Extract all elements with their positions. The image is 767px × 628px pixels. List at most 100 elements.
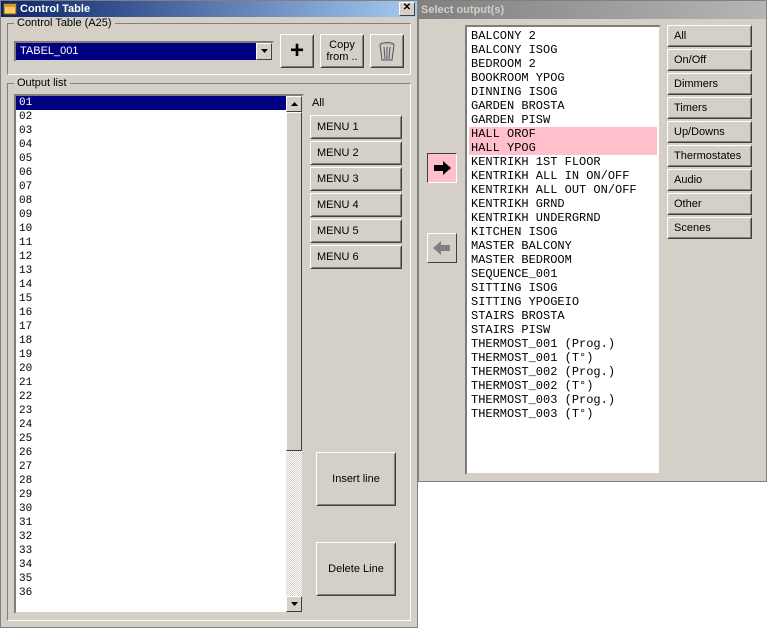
list-row[interactable]: 01	[16, 96, 286, 110]
scroll-thumb[interactable]	[286, 112, 302, 451]
list-row[interactable]: 09	[16, 208, 286, 222]
filter-button[interactable]: Audio	[667, 169, 752, 191]
titlebar[interactable]: Control Table ✕	[1, 1, 417, 17]
list-row[interactable]: 28	[16, 474, 286, 488]
list-row[interactable]: 05	[16, 152, 286, 166]
output-item[interactable]: KITCHEN ISOG	[469, 225, 657, 239]
output-item[interactable]: THERMOST_002 (T°)	[469, 379, 657, 393]
delete-table-button[interactable]	[370, 34, 404, 68]
list-row[interactable]: 36	[16, 586, 286, 600]
scroll-up-button[interactable]	[286, 96, 302, 112]
arrow-left-icon	[432, 240, 452, 256]
list-row[interactable]: 18	[16, 334, 286, 348]
list-row[interactable]: 08	[16, 194, 286, 208]
menu-button[interactable]: MENU 2	[310, 141, 402, 165]
output-item[interactable]: STAIRS BROSTA	[469, 309, 657, 323]
scroll-down-button[interactable]	[286, 596, 302, 612]
output-item[interactable]: KENTRIKH UNDERGRND	[469, 211, 657, 225]
output-item[interactable]: HALL OROF	[469, 127, 657, 141]
output-item[interactable]: THERMOST_003 (T°)	[469, 407, 657, 421]
list-row[interactable]: 20	[16, 362, 286, 376]
list-row[interactable]: 33	[16, 544, 286, 558]
output-item[interactable]: KENTRIKH GRND	[469, 197, 657, 211]
delete-line-button[interactable]: Delete Line	[316, 542, 396, 596]
outputs-listbox[interactable]: BALCONY 2BALCONY ISOGBEDROOM 2BOOKROOM Y…	[465, 25, 661, 475]
list-row[interactable]: 21	[16, 376, 286, 390]
list-row[interactable]: 11	[16, 236, 286, 250]
filter-button[interactable]: All	[667, 25, 752, 47]
filter-button[interactable]: Timers	[667, 97, 752, 119]
filter-button[interactable]: Dimmers	[667, 73, 752, 95]
list-row[interactable]: 14	[16, 278, 286, 292]
output-item[interactable]: BALCONY 2	[469, 29, 657, 43]
output-item[interactable]: MASTER BEDROOM	[469, 253, 657, 267]
output-item[interactable]: THERMOST_001 (T°)	[469, 351, 657, 365]
menu-button[interactable]: MENU 4	[310, 193, 402, 217]
list-row[interactable]: 23	[16, 404, 286, 418]
copy-from-button[interactable]: Copy from ..	[320, 34, 364, 68]
move-right-button[interactable]	[427, 153, 457, 183]
list-row[interactable]: 29	[16, 488, 286, 502]
list-row[interactable]: 30	[16, 502, 286, 516]
menu-button[interactable]: MENU 3	[310, 167, 402, 191]
list-row[interactable]: 35	[16, 572, 286, 586]
menu-button[interactable]: MENU 1	[310, 115, 402, 139]
list-row[interactable]: 25	[16, 432, 286, 446]
output-item[interactable]: GARDEN BROSTA	[469, 99, 657, 113]
scroll-track[interactable]	[286, 112, 302, 596]
list-row[interactable]: 13	[16, 264, 286, 278]
output-item[interactable]: STAIRS PISW	[469, 323, 657, 337]
list-row[interactable]: 24	[16, 418, 286, 432]
table-select-combo[interactable]	[14, 41, 274, 62]
list-row[interactable]: 26	[16, 446, 286, 460]
output-listbox[interactable]: 0102030405060708091011121314151617181920…	[14, 94, 304, 614]
output-item[interactable]: BALCONY ISOG	[469, 43, 657, 57]
filter-button[interactable]: Other	[667, 193, 752, 215]
list-row[interactable]: 15	[16, 292, 286, 306]
output-item[interactable]: THERMOST_002 (Prog.)	[469, 365, 657, 379]
output-item[interactable]: SEQUENCE_001	[469, 267, 657, 281]
list-row[interactable]: 27	[16, 460, 286, 474]
list-row[interactable]: 32	[16, 530, 286, 544]
output-item[interactable]: THERMOST_003 (Prog.)	[469, 393, 657, 407]
list-row[interactable]: 16	[16, 306, 286, 320]
menu-button[interactable]: MENU 5	[310, 219, 402, 243]
output-item[interactable]: SITTING ISOG	[469, 281, 657, 295]
list-row[interactable]: 02	[16, 110, 286, 124]
list-row[interactable]: 19	[16, 348, 286, 362]
list-row[interactable]: 04	[16, 138, 286, 152]
output-item[interactable]: SITTING YPOGEIO	[469, 295, 657, 309]
list-row[interactable]: 31	[16, 516, 286, 530]
move-left-button[interactable]	[427, 233, 457, 263]
filter-button[interactable]: Scenes	[667, 217, 752, 239]
filter-button[interactable]: Thermostates	[667, 145, 752, 167]
menu-button[interactable]: MENU 6	[310, 245, 402, 269]
list-row[interactable]: 07	[16, 180, 286, 194]
insert-line-button[interactable]: Insert line	[316, 452, 396, 506]
scrollbar[interactable]	[286, 96, 302, 612]
output-item[interactable]: DINNING ISOG	[469, 85, 657, 99]
output-item[interactable]: THERMOST_001 (Prog.)	[469, 337, 657, 351]
list-row[interactable]: 34	[16, 558, 286, 572]
output-item[interactable]: BOOKROOM YPOG	[469, 71, 657, 85]
output-item[interactable]: BEDROOM 2	[469, 57, 657, 71]
output-item[interactable]: MASTER BALCONY	[469, 239, 657, 253]
output-item[interactable]: KENTRIKH ALL IN ON/OFF	[469, 169, 657, 183]
list-row[interactable]: 17	[16, 320, 286, 334]
filter-button[interactable]: Up/Downs	[667, 121, 752, 143]
combo-value[interactable]	[16, 43, 256, 60]
add-button[interactable]: +	[280, 34, 314, 68]
output-item[interactable]: HALL YPOG	[469, 141, 657, 155]
titlebar[interactable]: Select output(s)	[419, 1, 766, 19]
list-row[interactable]: 03	[16, 124, 286, 138]
output-item[interactable]: GARDEN PISW	[469, 113, 657, 127]
list-row[interactable]: 22	[16, 390, 286, 404]
filter-button[interactable]: On/Off	[667, 49, 752, 71]
list-row[interactable]: 10	[16, 222, 286, 236]
output-item[interactable]: KENTRIKH 1ST FLOOR	[469, 155, 657, 169]
output-item[interactable]: KENTRIKH ALL OUT ON/OFF	[469, 183, 657, 197]
combo-dropdown-button[interactable]	[256, 43, 272, 60]
list-row[interactable]: 06	[16, 166, 286, 180]
close-button[interactable]: ✕	[399, 2, 415, 16]
list-row[interactable]: 12	[16, 250, 286, 264]
